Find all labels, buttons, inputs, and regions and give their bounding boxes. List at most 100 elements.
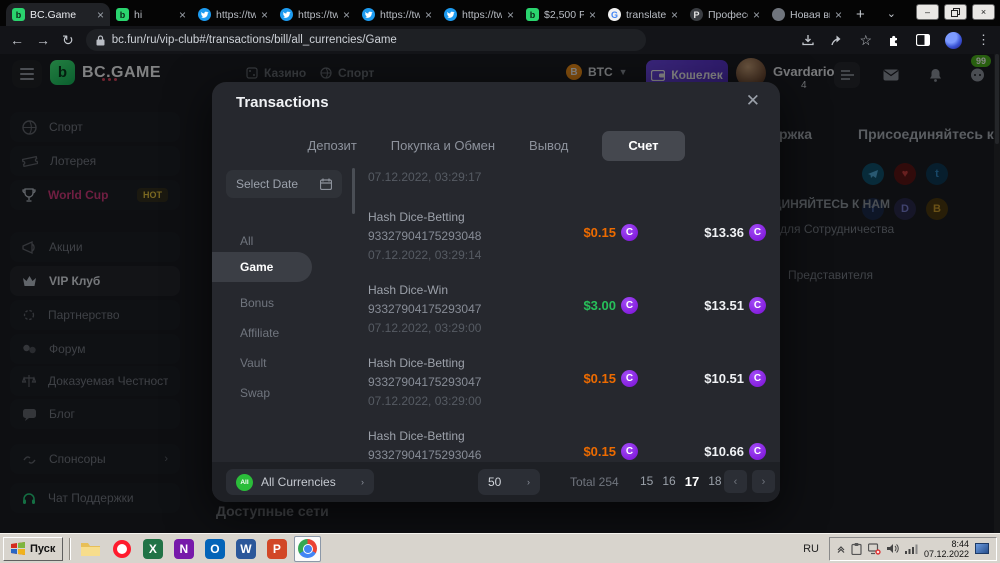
tab-label: BC.Game bbox=[30, 9, 92, 21]
list-scrollbar-thumb[interactable] bbox=[352, 168, 355, 214]
new-tab-button[interactable]: + bbox=[848, 3, 873, 26]
page-number[interactable]: 16 bbox=[662, 474, 675, 489]
side-panel-icon[interactable] bbox=[916, 34, 930, 46]
extensions-puzzle-icon[interactable] bbox=[887, 33, 901, 47]
filter-swap[interactable]: Swap bbox=[240, 386, 270, 400]
browser-tab-promo[interactable]: b $2,500 Pr × bbox=[520, 3, 602, 26]
bcgame-favicon: b bbox=[116, 8, 129, 21]
tab-close-icon[interactable]: × bbox=[507, 9, 514, 21]
excel-icon[interactable]: X bbox=[139, 536, 166, 562]
coin-icon: C bbox=[749, 370, 766, 387]
page-number[interactable]: 18 bbox=[708, 474, 721, 489]
restore-button[interactable] bbox=[944, 4, 967, 20]
browser-tab-bcgame[interactable]: b BC.Game × bbox=[6, 3, 110, 26]
browser-tab-twitter[interactable]: https://tw × bbox=[274, 3, 356, 26]
forward-button[interactable]: → bbox=[36, 33, 50, 47]
twitter-favicon bbox=[198, 8, 211, 21]
tab-close-icon[interactable]: × bbox=[425, 9, 432, 21]
browser-tab-hi[interactable]: b hi × bbox=[110, 3, 192, 26]
browser-tab-newtab[interactable]: Новая вк × bbox=[766, 3, 848, 26]
tab-buy-swap[interactable]: Покупка и Обмен bbox=[391, 131, 495, 161]
tab-close-icon[interactable]: × bbox=[835, 9, 842, 21]
browser-tab-twitter[interactable]: https://tw × bbox=[438, 3, 520, 26]
browser-tab-twitter[interactable]: https://tw × bbox=[192, 3, 274, 26]
browser-tab-translate[interactable]: G translate × bbox=[602, 3, 684, 26]
filter-all[interactable]: All bbox=[240, 234, 253, 248]
modal-close-icon[interactable]: ✕ bbox=[746, 92, 760, 109]
tab-close-icon[interactable]: × bbox=[261, 9, 268, 21]
filter-affiliate[interactable]: Affiliate bbox=[240, 326, 279, 340]
browser-menu-icon[interactable]: ⋮ bbox=[977, 32, 990, 48]
minimize-button[interactable]: – bbox=[916, 4, 939, 20]
start-button[interactable]: Пуск bbox=[3, 537, 63, 561]
close-window-button[interactable]: × bbox=[972, 4, 995, 20]
opera-icon[interactable] bbox=[108, 536, 135, 562]
transaction-row[interactable]: Hash Dice-Win 93327904175293047 07.12.20… bbox=[368, 281, 768, 345]
tab-close-icon[interactable]: × bbox=[343, 9, 350, 21]
show-desktop-button[interactable] bbox=[975, 543, 989, 554]
transaction-name: Hash Dice-Betting bbox=[368, 429, 465, 443]
tab-label: https://tw bbox=[380, 9, 420, 21]
transaction-row[interactable]: Hash Dice-Betting 93327904175293047 07.1… bbox=[368, 354, 768, 418]
word-icon[interactable]: W bbox=[232, 536, 259, 562]
tab-close-icon[interactable]: × bbox=[97, 9, 104, 21]
outlook-icon[interactable]: O bbox=[201, 536, 228, 562]
tab-withdraw[interactable]: Вывод bbox=[529, 131, 568, 161]
file-explorer-icon[interactable] bbox=[77, 536, 104, 562]
address-bar[interactable]: bc.fun/ru/vip-club#/transactions/bill/al… bbox=[86, 29, 646, 51]
tab-bill[interactable]: Счет bbox=[602, 131, 684, 161]
transaction-row[interactable]: Hash Dice-Betting 93327904175293048 07.1… bbox=[368, 208, 768, 272]
amount-value: $0.15 bbox=[583, 225, 616, 240]
taskbar-tray: RU 8:44 07.12.2022 bbox=[798, 537, 997, 561]
site-page: b BC.GAME Казино Спорт B BTC ▼ Кошелек G… bbox=[0, 54, 1000, 533]
onenote-icon[interactable]: N bbox=[170, 536, 197, 562]
chevron-right-icon: › bbox=[361, 477, 364, 487]
transaction-row[interactable]: Hash Dice-Betting 93327904175293046 $0.1… bbox=[368, 427, 768, 462]
browser-profile-avatar[interactable] bbox=[945, 32, 962, 49]
tab-close-icon[interactable]: × bbox=[179, 9, 186, 21]
back-button[interactable]: ← bbox=[10, 33, 24, 47]
tab-close-icon[interactable]: × bbox=[589, 9, 596, 21]
tab-deposit[interactable]: Депозит bbox=[307, 131, 356, 161]
browser-tab-twitter[interactable]: https://tw × bbox=[356, 3, 438, 26]
tab-search-chevron-icon[interactable]: ⌄ bbox=[879, 2, 904, 25]
transaction-balance: $10.51 C bbox=[704, 370, 766, 387]
tab-label: hi bbox=[134, 9, 174, 21]
hidden-icons-chevron[interactable] bbox=[837, 545, 845, 553]
all-currencies-selector[interactable]: All All Currencies › bbox=[226, 469, 374, 495]
clock-date: 07.12.2022 bbox=[924, 549, 969, 559]
transaction-id: 93327904175293047 bbox=[368, 375, 481, 389]
tab-close-icon[interactable]: × bbox=[753, 9, 760, 21]
page-size-selector[interactable]: 50 › bbox=[478, 469, 540, 495]
transaction-amount: $3.00 C bbox=[583, 297, 638, 314]
speaker-icon[interactable] bbox=[887, 543, 899, 554]
page-size-value: 50 bbox=[488, 475, 501, 489]
signal-bars-icon[interactable] bbox=[905, 544, 918, 554]
tab-close-icon[interactable]: × bbox=[671, 9, 678, 21]
share-icon[interactable] bbox=[830, 33, 844, 47]
network-disconnected-icon[interactable] bbox=[868, 543, 881, 555]
prev-page-button[interactable]: ‹ bbox=[724, 470, 747, 493]
modal-title: Transactions bbox=[236, 94, 329, 111]
chevron-right-icon: › bbox=[527, 477, 530, 487]
page-number[interactable]: 15 bbox=[640, 474, 653, 489]
browser-tab-profession[interactable]: P Профессо × bbox=[684, 3, 766, 26]
filter-bonus[interactable]: Bonus bbox=[240, 296, 274, 310]
bookmark-star-icon[interactable]: ☆ bbox=[859, 32, 872, 49]
next-page-button[interactable]: › bbox=[752, 470, 775, 493]
clipboard-tray-icon[interactable] bbox=[851, 543, 862, 555]
filter-game[interactable]: Game bbox=[212, 252, 312, 282]
transaction-amount: $0.15 C bbox=[583, 370, 638, 387]
windows-logo-icon bbox=[11, 542, 25, 555]
powerpoint-icon[interactable]: P bbox=[263, 536, 290, 562]
page-number-current[interactable]: 17 bbox=[685, 474, 699, 489]
filter-vault[interactable]: Vault bbox=[240, 356, 266, 370]
language-indicator[interactable]: RU bbox=[798, 541, 824, 557]
chrome-icon-active[interactable] bbox=[294, 536, 321, 562]
balance-value: $13.36 bbox=[704, 225, 744, 240]
reload-button[interactable]: ↻ bbox=[62, 33, 74, 47]
select-date-button[interactable]: Select Date bbox=[226, 170, 342, 198]
install-icon[interactable] bbox=[801, 33, 815, 47]
transaction-id: 93327904175293046 bbox=[368, 448, 481, 462]
transaction-row-partial[interactable]: 07.12.2022, 03:29:17 bbox=[368, 166, 768, 186]
